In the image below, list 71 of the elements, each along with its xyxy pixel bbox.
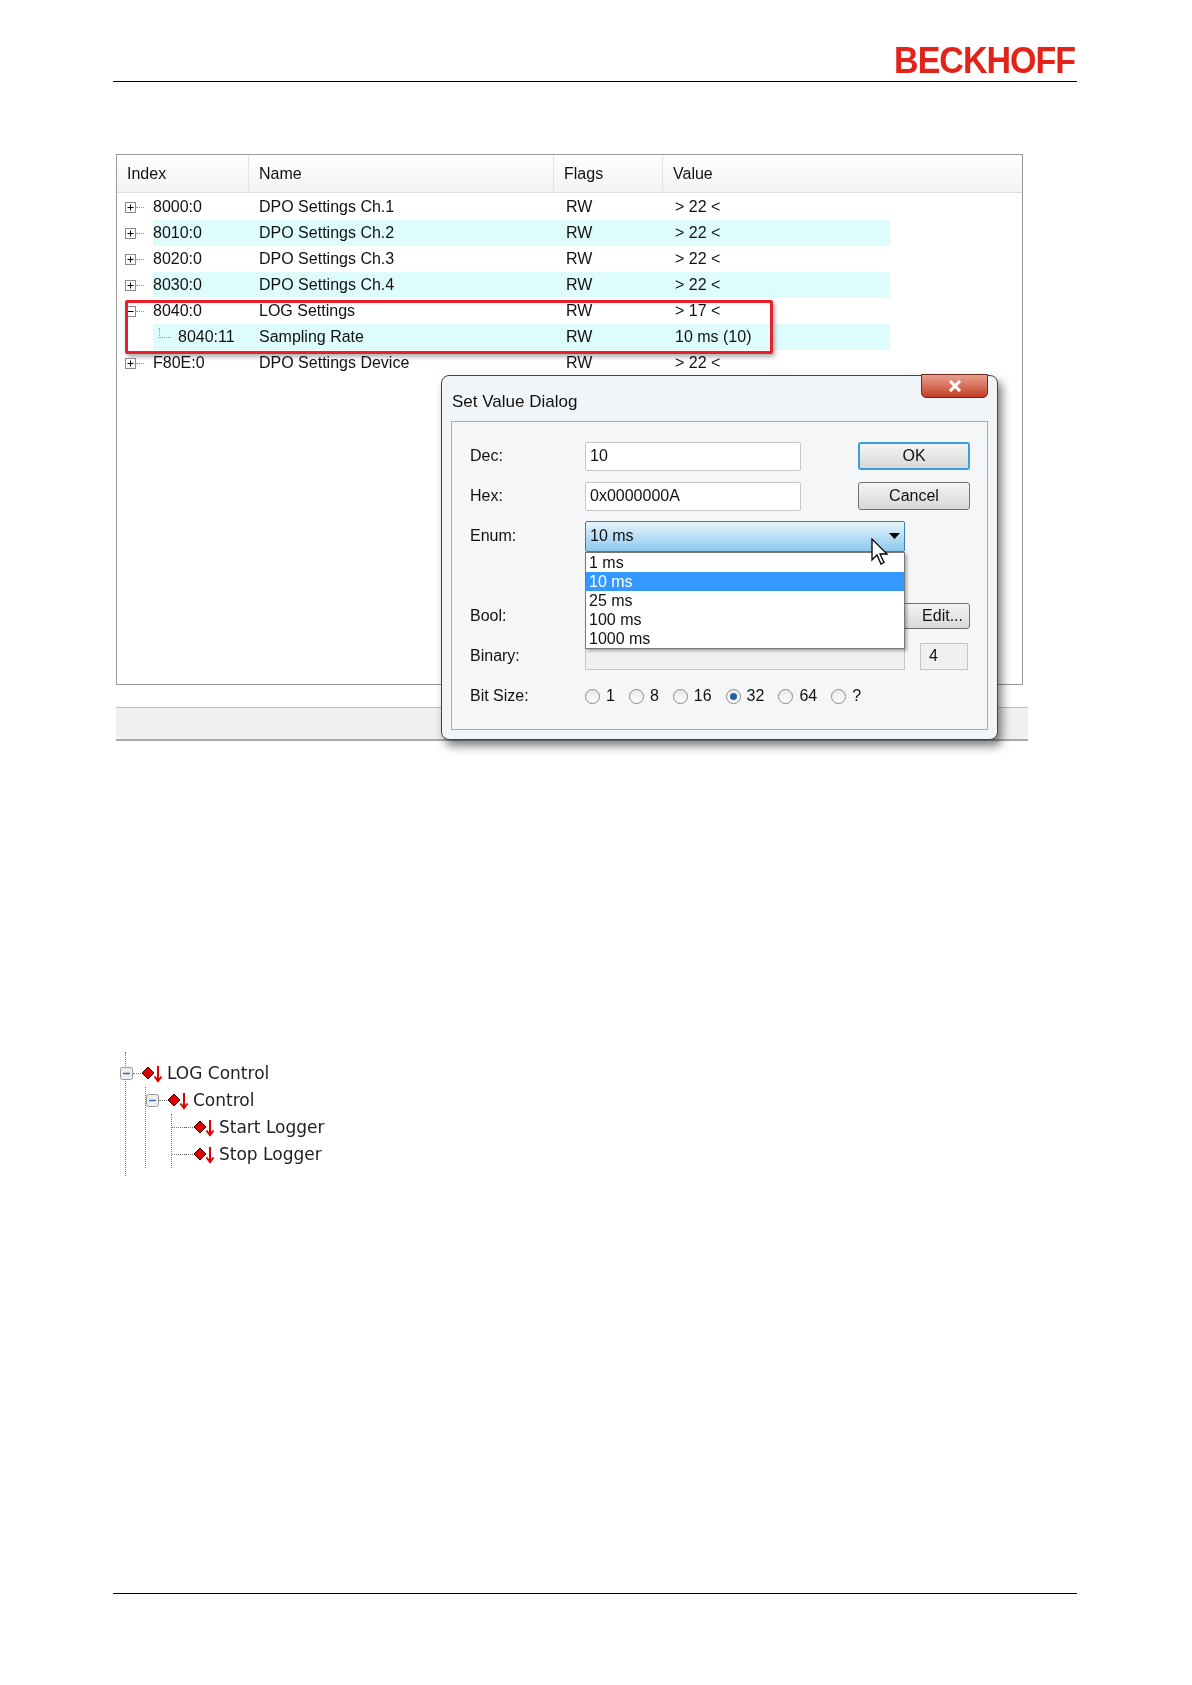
brand-logo: BECKHOFF <box>894 40 1075 80</box>
column-header[interactable]: Flags <box>554 155 663 192</box>
index-cell-text: 8040:0 <box>153 301 202 321</box>
value-cell-text: > 22 < <box>674 249 721 269</box>
cancel-button[interactable]: Cancel <box>858 482 970 510</box>
field-label: Bit Size: <box>470 686 530 706</box>
size-field: 4 <box>920 642 968 670</box>
ok-button[interactable]: OK <box>858 442 970 470</box>
value-cell-text: 10 ms (10) <box>674 327 752 347</box>
expand-icon[interactable] <box>125 357 136 369</box>
index-cell-text: 8010:0 <box>153 223 202 243</box>
expand-icon[interactable] <box>125 253 136 265</box>
expand-icon[interactable] <box>125 227 136 239</box>
field-label: Hex: <box>470 486 504 506</box>
value-cell-text: > 17 < <box>674 301 721 321</box>
bit-size-radio[interactable]: 32 <box>725 684 765 708</box>
flags-cell-text: RW <box>565 275 594 295</box>
tree-item[interactable]: Control <box>193 1087 255 1114</box>
dropdown-option[interactable]: 100 ms <box>586 609 904 629</box>
name-cell-text: DPO Settings Ch.3 <box>259 249 396 269</box>
flags-cell-text: RW <box>565 353 594 373</box>
tree-item[interactable]: Start Logger <box>219 1114 325 1141</box>
flags-cell-text: RW <box>565 301 594 321</box>
flags-cell-text: RW <box>565 327 594 347</box>
diamond-arrow-icon <box>141 1064 163 1083</box>
column-header[interactable]: Name <box>249 155 554 192</box>
caret-icon <box>889 533 900 539</box>
diamond-arrow-icon <box>193 1145 215 1164</box>
value-cell-text: > 22 < <box>674 275 721 295</box>
name-cell-text: DPO Settings Device <box>259 353 411 373</box>
value-cell-text: > 22 < <box>674 197 721 217</box>
index-cell-text: 8030:0 <box>153 275 202 295</box>
bit-size-radio[interactable]: 8 <box>628 684 659 708</box>
bit-size-radio[interactable]: 1 <box>585 684 615 708</box>
expand-icon[interactable] <box>125 201 136 213</box>
flags-cell-text: RW <box>565 249 594 269</box>
text-field[interactable]: 10 <box>585 441 801 471</box>
dropdown-option[interactable]: 1000 ms <box>586 628 904 648</box>
bit-size-radio[interactable]: 64 <box>778 684 818 708</box>
field-label: Enum: <box>470 526 518 546</box>
name-cell-text: Sampling Rate <box>259 327 365 347</box>
index-cell-text: 8020:0 <box>153 249 202 269</box>
flags-cell-text: RW <box>565 197 594 217</box>
name-cell-text: LOG Settings <box>259 301 357 321</box>
diamond-arrow-icon <box>193 1118 215 1137</box>
index-cell-text: 8040:11 <box>178 327 235 347</box>
value-cell-text: > 22 < <box>674 223 721 243</box>
close-icon <box>947 380 962 392</box>
tree-item[interactable]: LOG Control <box>167 1060 270 1087</box>
window-title: Set Value Dialog <box>452 391 578 413</box>
column-header[interactable]: Index <box>117 155 249 192</box>
bit-size-radio[interactable]: ? <box>831 684 862 708</box>
field-label: Bool: <box>470 606 508 626</box>
value-cell-text: > 22 < <box>674 353 721 373</box>
flags-cell-text: RW <box>565 223 594 243</box>
column-header[interactable]: Value <box>663 155 1022 192</box>
expand-icon[interactable] <box>125 279 136 291</box>
field-label: Binary: <box>470 646 521 666</box>
diamond-arrow-icon <box>167 1091 189 1110</box>
tree-item[interactable]: Stop Logger <box>219 1141 322 1168</box>
dropdown-option[interactable]: 1 ms <box>586 552 904 572</box>
index-cell-text: F80E:0 <box>153 353 205 373</box>
close-button[interactable] <box>921 374 988 398</box>
field-label: Dec: <box>470 446 504 466</box>
name-cell-text: DPO Settings Ch.2 <box>259 223 396 243</box>
name-cell-text: DPO Settings Ch.1 <box>259 197 396 217</box>
name-cell-text: DPO Settings Ch.4 <box>259 275 396 295</box>
dropdown-option[interactable]: 25 ms <box>586 590 904 610</box>
text-field[interactable]: 0x0000000A <box>585 481 801 511</box>
bit-size-radio[interactable]: 16 <box>672 684 712 708</box>
index-cell-text: 8000:0 <box>153 197 202 217</box>
